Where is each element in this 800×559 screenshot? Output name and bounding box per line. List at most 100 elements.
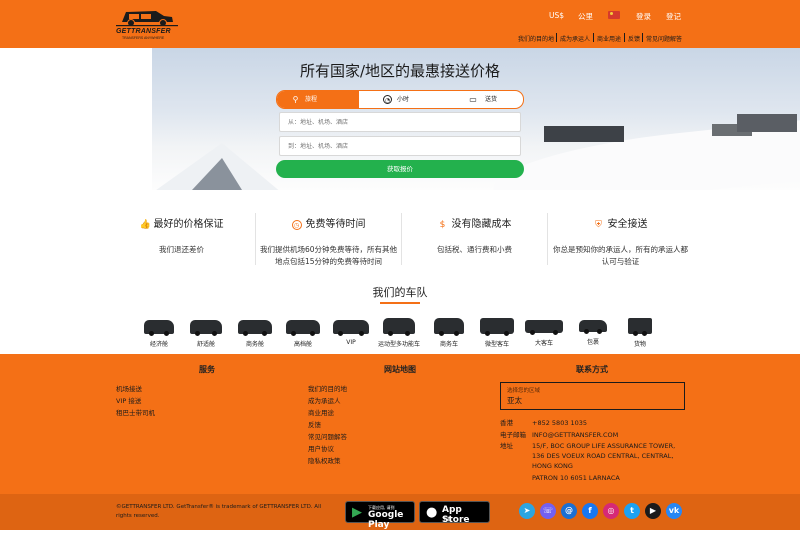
tab-delivery[interactable]: ▭ 送货 [441, 91, 523, 108]
region-select-label: 选择您的区域 [507, 388, 541, 394]
language-flag-icon[interactable] [608, 11, 620, 19]
register-link[interactable]: 登记 [666, 11, 681, 22]
dollar-icon: $ [439, 220, 446, 230]
site-footer [0, 354, 800, 494]
region-select[interactable]: 选择您的区域 亚太 [500, 382, 685, 410]
cargo-van-icon [628, 318, 652, 336]
from-input[interactable] [279, 112, 521, 132]
fleet-business[interactable]: 商务舱 [231, 318, 279, 348]
youtube-icon[interactable]: ▶ [645, 503, 661, 519]
sitemap-link[interactable]: 隐私权政策 [308, 455, 341, 465]
app-store-button[interactable]: ● App Store 下载 [419, 501, 490, 525]
feature-desc: 我们退还差价 [159, 245, 204, 254]
feature-title: 免费等待时间 [305, 219, 366, 230]
tab-trip-label: 旅程 [305, 96, 318, 103]
fleet-economy[interactable]: 经济舱 [135, 318, 183, 348]
apple-icon: ● [426, 505, 438, 520]
minibus-icon [480, 318, 514, 336]
units-selector[interactable]: 公里 [578, 11, 593, 22]
sitemap-link[interactable]: 商业用途 [308, 407, 334, 417]
tab-hourly[interactable]: ◔ 小时 [359, 91, 441, 108]
google-play-button[interactable]: ▶ 下载应用, 请到 Google Play [345, 501, 415, 530]
sitemap-link[interactable]: 用户协议 [308, 443, 334, 453]
suv-icon [383, 318, 415, 336]
nav-feedback[interactable]: 反馈 [628, 34, 640, 43]
to-input[interactable] [279, 136, 521, 156]
fleet-cargo[interactable]: 货物 [616, 318, 664, 348]
hero-title: 所有国家/地区的最惠接送价格 [299, 62, 501, 80]
region-select-value: 亚太 [507, 396, 522, 405]
feature-best-price: 👍 最好的价格保证 我们退还差价 [108, 218, 255, 256]
fleet-bus[interactable]: 大客车 [520, 318, 568, 347]
fleet-suv[interactable]: 运动型多功能车 [375, 318, 423, 348]
car-logo-icon [116, 11, 178, 27]
contact-email[interactable]: INFO@GETTRANSFER.COM [532, 430, 618, 440]
feature-desc: 我们提供机场60分钟免费等待，所有其他地点包括15分钟的免费等待时间 [259, 245, 398, 266]
feature-title: 最好的价格保证 [153, 219, 224, 230]
telegram-icon[interactable]: ➤ [519, 503, 535, 519]
instagram-icon[interactable]: ◎ [603, 503, 619, 519]
feature-title: 安全接送 [607, 219, 648, 230]
feature-title: 没有隐藏成本 [451, 219, 512, 230]
nav-divider [593, 33, 594, 42]
gettransfer-logo[interactable]: GETTRANSFER TRANSFERS ANYWHERE [116, 6, 178, 40]
contact-label: 香港 [500, 419, 513, 427]
feature-free-wait: ◷ 免费等待时间 我们提供机场60分钟免费等待，所有其他地点包括15分钟的免费等待… [255, 218, 402, 268]
fleet-minivan[interactable]: 商务车 [425, 318, 473, 348]
google-play-icon: ▶ [352, 505, 362, 520]
contact-phone[interactable]: +852 5803 1035 [532, 418, 587, 428]
sitemap-link[interactable]: 反馈 [308, 419, 321, 429]
sitemap-link[interactable]: 成为承运人 [308, 395, 341, 405]
facebook-icon[interactable]: f [582, 503, 598, 519]
service-link[interactable]: 机场接送 [116, 383, 142, 393]
fleet-minibus[interactable]: 微型客车 [473, 318, 521, 348]
tab-hourly-label: 小时 [397, 96, 410, 103]
sedan-icon [286, 320, 320, 336]
sedan-icon [144, 320, 174, 336]
parcel-car-icon [579, 320, 607, 334]
currency-selector[interactable]: US$ [549, 11, 564, 20]
logo-text: GETTRANSFER [116, 28, 171, 35]
vk-icon[interactable]: vk [666, 503, 682, 519]
nav-become-carrier[interactable]: 成为承运人 [560, 34, 590, 43]
nav-business[interactable]: 商业用途 [597, 34, 621, 43]
ski-lodge [544, 126, 624, 142]
tab-trip[interactable]: ⚲ 旅程 [277, 91, 359, 108]
fleet-title-underline [380, 302, 420, 304]
contact-title: 联系方式 [576, 365, 608, 374]
service-link[interactable]: 租巴士带司机 [116, 407, 155, 417]
contact-address: 15/F, BOC GROUP LIFE ASSURANCE TOWER, 13… [532, 442, 676, 470]
contact-label: 地址 [500, 442, 513, 450]
nav-destinations[interactable]: 我们的目的地 [518, 34, 554, 43]
minivan-icon [434, 318, 464, 336]
contact-label: 电子邮箱 [500, 431, 526, 439]
viber-icon[interactable]: ☏ [540, 503, 556, 519]
shield-icon: ⛨ [595, 220, 602, 230]
twitter-icon[interactable]: t [624, 503, 640, 519]
fleet-premium[interactable]: 高档舱 [279, 318, 327, 348]
thumbs-up-icon: 👍 [139, 220, 151, 230]
services-title: 服务 [199, 365, 215, 374]
fleet-comfort[interactable]: 舒适舱 [182, 318, 230, 348]
at-icon[interactable]: @ [561, 503, 577, 519]
google-play-label: Google Play [368, 510, 404, 530]
mountain-rock [192, 158, 242, 190]
clock-icon: ◔ [383, 95, 392, 104]
tab-delivery-label: 送货 [485, 96, 498, 103]
fleet-vip[interactable]: VIP [327, 318, 375, 346]
login-link[interactable]: 登录 [636, 11, 651, 22]
get-quote-button[interactable]: 获取报价 [276, 160, 524, 178]
nav-divider [624, 33, 625, 42]
bus-icon [525, 320, 563, 335]
feature-no-hidden-cost: $ 没有隐藏成本 包括税、通行费和小费 [401, 218, 548, 256]
sitemap-link[interactable]: 常见问题解答 [308, 431, 347, 441]
service-link[interactable]: VIP 接送 [116, 395, 141, 405]
sitemap-link[interactable]: 我们的目的地 [308, 383, 347, 393]
feature-desc: 你总是预知你的承运人，所有的承运人都认可与验证 [553, 245, 688, 266]
fleet-parcel[interactable]: 包裹 [569, 318, 617, 346]
feature-safe-transfer: ⛨ 安全接送 你总是预知你的承运人，所有的承运人都认可与验证 [547, 218, 694, 268]
van-icon: ▭ [469, 95, 477, 104]
booking-tabs: ⚲ 旅程 ◔ 小时 ▭ 送货 [276, 90, 524, 109]
nav-faq[interactable]: 常见问题解答 [646, 34, 682, 43]
fleet-title: 我们的车队 [372, 286, 428, 299]
